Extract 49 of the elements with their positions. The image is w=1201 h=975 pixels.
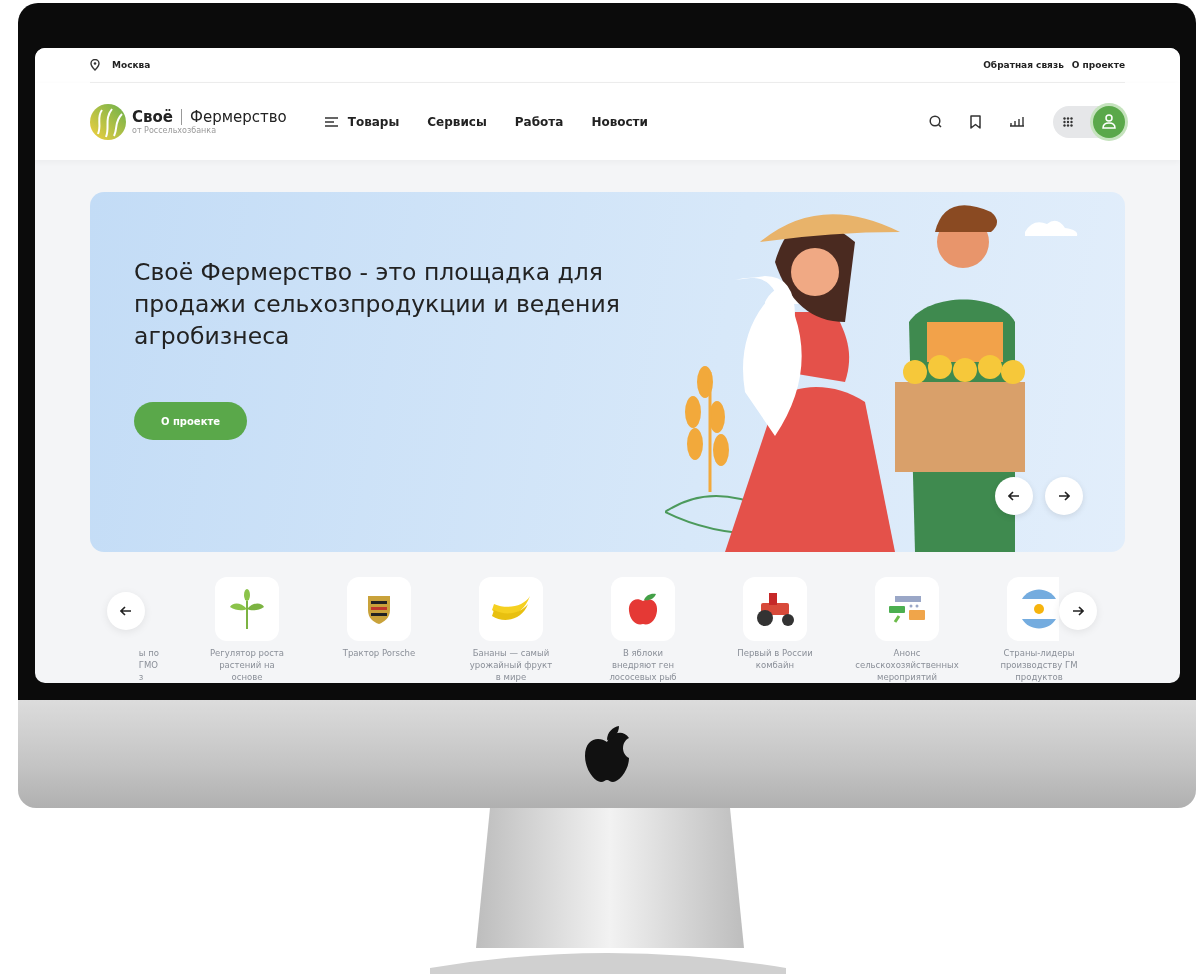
apple-icon (583, 726, 631, 782)
news-caption[interactable]: Страны-лидеры производству ГМ продуктов (1000, 647, 1078, 683)
news-thumbnail[interactable] (875, 577, 939, 641)
flag-icon (1019, 589, 1059, 629)
next-slide-button[interactable] (1045, 477, 1083, 515)
news-thumbnail[interactable] (215, 577, 279, 641)
news-caption[interactable]: Первый в России комбайн (737, 647, 813, 671)
previous-news-button[interactable] (107, 592, 145, 630)
arrow-right-icon (1058, 491, 1070, 501)
top-link[interactable]: О проекте (1071, 60, 1125, 70)
logo-icon (90, 103, 126, 140)
arrow-left-icon (120, 606, 132, 616)
logo-brand: Своё (132, 108, 173, 126)
sprout-icon (230, 589, 264, 629)
arrow-left-icon (1008, 491, 1020, 501)
search-icon[interactable] (929, 115, 942, 128)
menu-icon (324, 116, 338, 127)
nav-link[interactable]: Сервисы (427, 114, 487, 129)
logo-name: Фермерство (190, 108, 287, 126)
news-caption[interactable]: ы по ГМО з (138, 647, 159, 683)
arrow-right-icon (1072, 606, 1084, 616)
bookmark-icon[interactable] (970, 114, 981, 129)
news-thumbnail[interactable] (1007, 577, 1059, 641)
news-caption[interactable]: Трактор Porsche (342, 647, 416, 659)
bar-chart-icon[interactable] (1009, 116, 1025, 127)
grid-icon (1063, 116, 1073, 127)
news-thumbnail[interactable] (347, 577, 411, 641)
next-news-button[interactable] (1059, 592, 1097, 630)
catalog-menu-link[interactable]: Товары (324, 114, 400, 129)
about-button[interactable]: О проекте (134, 402, 247, 440)
top-link[interactable]: Обратная связь (983, 60, 1064, 70)
nav-link[interactable]: Работа (514, 114, 564, 129)
apple-icon (627, 592, 659, 626)
logo-subtitle: от Россельхозбанка (132, 126, 217, 135)
hero-title: Своё Фермерство - это площадка для продажи сельхозпродукции и ведения агробизнеса (134, 257, 621, 352)
crest-icon (367, 594, 391, 624)
previous-slide-button[interactable] (995, 477, 1033, 515)
news-thumbnail[interactable] (743, 577, 807, 641)
location-pin-icon (90, 59, 100, 71)
user-icon (1102, 114, 1116, 129)
city-link[interactable]: Москва (112, 60, 151, 70)
news-caption[interactable]: Анонс сельскохозяйственных мероприятий (855, 647, 959, 683)
news-thumbnail[interactable] (479, 577, 543, 641)
news-thumbnail[interactable] (611, 577, 675, 641)
news-caption[interactable]: Бананы — самый урожайный фрукт в мире (469, 647, 553, 683)
news-caption[interactable]: В яблоки внедряют ген лососевых рыб (609, 647, 677, 683)
account-toggle[interactable] (1053, 105, 1125, 138)
nav-link[interactable]: Новости (591, 114, 648, 129)
news-caption[interactable]: Регулятор роста растений на основе (209, 647, 285, 683)
